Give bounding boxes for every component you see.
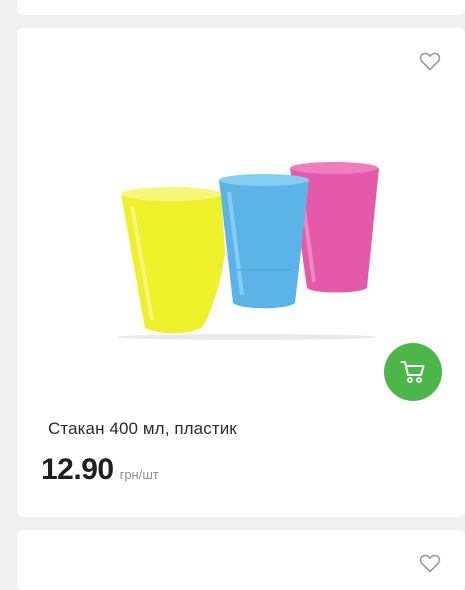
product-price: 12.90 (41, 453, 114, 486)
favorite-heart-icon[interactable] (418, 50, 442, 72)
favorite-heart-icon[interactable] (418, 552, 442, 574)
product-card-previous (17, 0, 465, 15)
product-card: Стакан 400 мл, пластик 12.90 грн/шт (17, 28, 465, 517)
product-card-next (17, 530, 465, 590)
product-image[interactable] (104, 160, 396, 340)
yellow-cup (121, 187, 225, 334)
blue-cup (219, 174, 309, 309)
add-to-cart-button[interactable] (384, 343, 442, 401)
price-row: 12.90 грн/шт (41, 453, 159, 487)
shopping-cart-icon (400, 361, 425, 383)
price-unit: грн/шт (119, 467, 159, 482)
product-name[interactable]: Стакан 400 мл, пластик (48, 419, 237, 439)
